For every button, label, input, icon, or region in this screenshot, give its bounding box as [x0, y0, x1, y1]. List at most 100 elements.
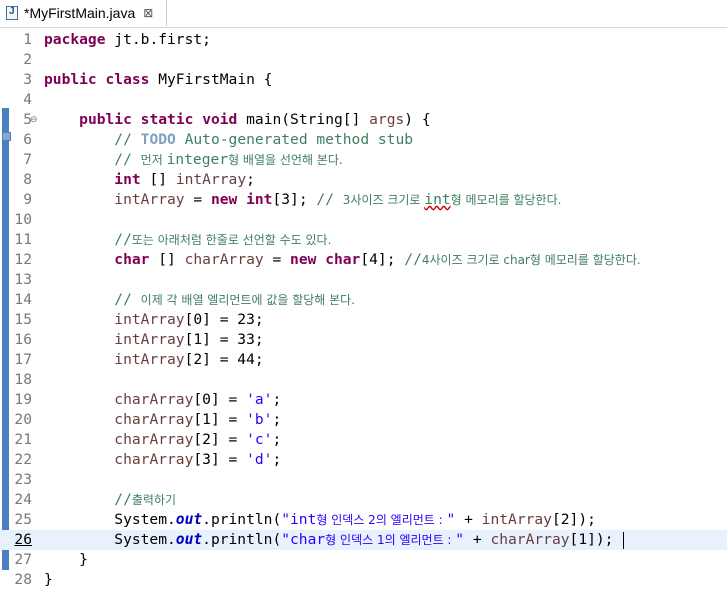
code-line[interactable]: 4	[0, 90, 727, 110]
code-line[interactable]: 22 charArray[3] = 'd';	[0, 450, 727, 470]
code-text: package jt.b.first;	[44, 30, 211, 50]
code-token: //	[114, 131, 141, 148]
code-text: // 먼저 integer형 배열을 선언해 본다.	[44, 150, 343, 170]
code-token: 이제 각 배열 엘리먼트에 값을 할당해 본다.	[140, 293, 356, 307]
fold-toggle-icon[interactable]: ⊖	[30, 110, 38, 130]
code-line[interactable]: 6 // TODO Auto-generated method stub	[0, 130, 727, 150]
code-line[interactable]: 15 intArray[0] = 23;	[0, 310, 727, 330]
code-token: [0] = 23;	[184, 311, 264, 328]
code-line[interactable]: 20 charArray[1] = 'b';	[0, 410, 727, 430]
code-token: intArray	[114, 191, 185, 208]
code-line[interactable]: 13	[0, 270, 727, 290]
code-line[interactable]: 18	[0, 370, 727, 390]
code-token: charArray	[490, 531, 570, 548]
code-token: }	[44, 571, 53, 588]
editor-tab[interactable]: J *MyFirstMain.java ⊠	[0, 0, 167, 26]
code-token: intArray	[114, 351, 185, 368]
line-number: 4	[23, 91, 32, 108]
code-token: 'c'	[246, 431, 273, 448]
code-text: intArray[0] = 23;	[44, 310, 264, 330]
code-token: "	[455, 531, 465, 548]
code-token: int	[246, 191, 273, 208]
code-token: out	[175, 511, 203, 528]
code-line[interactable]: 1 package jt.b.first;	[0, 30, 727, 50]
line-number: 1	[23, 31, 32, 48]
code-token: 또는 아래처럼 한줄로 선언할 수도 있다.	[131, 233, 332, 247]
line-number: 14	[14, 291, 32, 308]
code-token: //	[404, 251, 422, 268]
code-line[interactable]: 7 // 먼저 integer형 배열을 선언해 본다.	[0, 150, 727, 170]
code-token: package	[44, 31, 106, 48]
code-token: args	[369, 111, 405, 128]
code-line[interactable]: 24 //출력하기	[0, 490, 727, 510]
code-token: [1] =	[193, 411, 247, 428]
code-token: "int	[281, 511, 317, 528]
line-number: 6	[23, 131, 32, 148]
code-token: System.	[44, 531, 176, 548]
code-editor[interactable]: 1 package jt.b.first; 2 3 public class MyFir…	[0, 28, 727, 596]
code-line[interactable]: 14 // 이제 각 배열 엘리먼트에 값을 할당해 본다.	[0, 290, 727, 310]
code-line[interactable]: 19 charArray[0] = 'a';	[0, 390, 727, 410]
code-token: =	[184, 191, 211, 208]
code-token: //	[114, 491, 132, 508]
line-number: 9	[23, 191, 32, 208]
code-token: //	[114, 291, 141, 308]
code-line[interactable]: 2	[0, 50, 727, 70]
code-token: public	[44, 71, 97, 88]
code-line[interactable]: 3 public class MyFirstMain {	[0, 70, 727, 90]
line-number: 26	[14, 531, 32, 548]
code-token: charArray	[114, 451, 194, 468]
code-line[interactable]: 16 intArray[1] = 33;	[0, 330, 727, 350]
code-text: charArray[1] = 'b';	[44, 410, 281, 430]
code-line[interactable]: 5 ⊖ public static void main(String[] args…	[0, 110, 727, 130]
code-line[interactable]: 21 charArray[2] = 'c';	[0, 430, 727, 450]
line-number: 10	[14, 211, 32, 228]
code-text: // TODO Auto-generated method stub	[44, 130, 413, 150]
code-line[interactable]: 25 System.out.println("int형 인덱스 2의 엘리먼트 …	[0, 510, 727, 530]
code-text: charArray[3] = 'd';	[44, 450, 281, 470]
code-token: [2] = 44;	[184, 351, 264, 368]
code-token: char	[325, 251, 361, 268]
code-token: +	[455, 511, 482, 528]
code-token: //	[114, 231, 132, 248]
code-token: 형 메모리를 할당한다.	[450, 193, 562, 207]
code-line[interactable]: 8 int [] intArray;	[0, 170, 727, 190]
code-token: 'a'	[246, 391, 273, 408]
code-text: System.out.println("int형 인덱스 2의 엘리먼트 : "…	[44, 510, 596, 530]
line-number: 5	[23, 111, 32, 128]
code-token: [1] = 33;	[184, 331, 264, 348]
close-icon[interactable]: ⊠	[143, 6, 153, 20]
code-line[interactable]: 17 intArray[2] = 44;	[0, 350, 727, 370]
code-token: 형 인덱스 1의 엘리먼트 :	[325, 533, 456, 547]
code-line[interactable]: 11 //또는 아래처럼 한줄로 선언할 수도 있다.	[0, 230, 727, 250]
code-token: 형 배열을 선언해 본다.	[228, 153, 343, 167]
code-token: intArray	[481, 511, 552, 528]
code-line[interactable]: 23	[0, 470, 727, 490]
code-token: [4];	[360, 251, 405, 268]
line-number: 15	[14, 311, 32, 328]
code-token: ;	[272, 391, 282, 408]
code-line[interactable]: 27 }	[0, 550, 727, 570]
code-token: Auto-generated method stub	[175, 131, 414, 148]
code-line[interactable]: 10	[0, 210, 727, 230]
code-line[interactable]: 28}	[0, 570, 727, 590]
code-token: TODO	[140, 131, 176, 148]
code-token: "char	[281, 531, 326, 548]
code-line[interactable]: 12 char [] charArray = new char[4]; //4사…	[0, 250, 727, 270]
code-token: 먼저	[140, 153, 167, 167]
code-text: intArray[1] = 33;	[44, 330, 264, 350]
code-line[interactable]: 26 System.out.println("char형 인덱스 1의 엘리먼트…	[0, 530, 727, 550]
code-line[interactable]: 9 intArray = new int[3]; // 3사이즈 크기로 int…	[0, 190, 727, 210]
code-token: [2] =	[193, 431, 247, 448]
code-token: char	[114, 251, 150, 268]
code-text: // 이제 각 배열 엘리먼트에 값을 할당해 본다.	[44, 290, 355, 310]
code-token: public	[79, 111, 132, 128]
code-token: System.	[44, 511, 176, 528]
